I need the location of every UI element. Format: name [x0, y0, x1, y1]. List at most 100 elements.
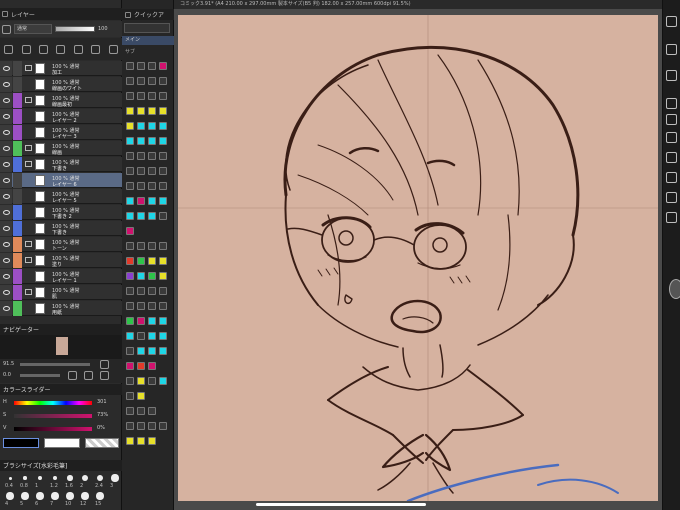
rotate-right-icon[interactable] [84, 371, 93, 380]
quick-access-tool-icon[interactable] [126, 137, 134, 145]
quick-access-tool-icon[interactable] [126, 347, 134, 355]
quick-access-tool-icon[interactable] [137, 167, 145, 175]
sub-color-swatch[interactable] [44, 438, 80, 448]
quick-access-tool-icon[interactable] [126, 77, 134, 85]
quick-access-tool-icon[interactable] [137, 377, 145, 385]
quick-access-tool-icon[interactable] [148, 152, 156, 160]
quick-access-tool-icon[interactable] [148, 272, 156, 280]
quick-access-tool-icon[interactable] [159, 107, 167, 115]
history-icon[interactable] [666, 212, 677, 223]
collapse-panel-icon[interactable] [669, 279, 680, 299]
quick-access-tool-icon[interactable] [148, 122, 156, 130]
quick-access-tool-icon[interactable] [159, 332, 167, 340]
new-raster-layer-icon[interactable] [4, 44, 14, 54]
visibility-eye-icon[interactable] [0, 61, 12, 76]
opacity-slider[interactable] [55, 26, 95, 32]
brush-size-dot[interactable] [96, 492, 104, 500]
quick-access-tool-icon[interactable] [159, 287, 167, 295]
visibility-eye-icon[interactable] [0, 141, 12, 156]
layer-row[interactable]: 100 % 通常 塗り [0, 253, 122, 268]
drawing-canvas[interactable] [178, 15, 658, 501]
zoom-in-icon[interactable] [100, 360, 109, 369]
quick-access-tool-icon[interactable] [159, 122, 167, 130]
quick-access-tool-icon[interactable] [137, 92, 145, 100]
quick-access-tool-icon[interactable] [137, 257, 145, 265]
transform-icon[interactable] [666, 152, 677, 163]
zoom-slider[interactable] [20, 363, 90, 366]
layer-row[interactable]: 100 % 通常 下書き 2 [0, 205, 122, 220]
quick-access-tool-icon[interactable] [137, 152, 145, 160]
brush-size-dot[interactable] [81, 492, 89, 500]
layer-mode-icon[interactable] [2, 24, 11, 34]
brush-size-dot[interactable] [8, 476, 12, 480]
quick-access-tool-icon[interactable] [148, 197, 156, 205]
brush-size-dot[interactable] [37, 475, 43, 481]
quick-access-tool-icon[interactable] [159, 152, 167, 160]
brush-size-dot[interactable] [52, 475, 58, 481]
quick-access-tool-icon[interactable] [137, 272, 145, 280]
new-file-icon[interactable] [666, 16, 677, 27]
main-tab[interactable]: メイン [122, 36, 174, 45]
quick-access-tool-icon[interactable] [159, 182, 167, 190]
visibility-eye-icon[interactable] [0, 173, 12, 188]
quick-access-tool-icon[interactable] [137, 182, 145, 190]
quick-access-tool-icon[interactable] [159, 302, 167, 310]
quick-access-tool-icon[interactable] [137, 107, 145, 115]
quick-access-tool-icon[interactable] [126, 317, 134, 325]
sub-tab[interactable]: サブ [122, 48, 174, 56]
quick-access-tool-icon[interactable] [137, 347, 145, 355]
quick-access-tool-icon[interactable] [126, 287, 134, 295]
open-file-icon[interactable] [666, 44, 677, 55]
quick-access-tool-icon[interactable] [159, 422, 167, 430]
new-folder-icon[interactable] [39, 44, 49, 54]
quick-access-tool-icon[interactable] [126, 302, 134, 310]
quick-access-tool-icon[interactable] [126, 212, 134, 220]
quick-access-tool-icon[interactable] [159, 137, 167, 145]
layer-row[interactable]: 100 % 通常 下書き [0, 157, 122, 172]
visibility-eye-icon[interactable] [0, 93, 12, 108]
quick-access-tool-icon[interactable] [126, 272, 134, 280]
saturation-slider[interactable] [14, 414, 92, 418]
palette-set-select[interactable] [124, 23, 170, 33]
quick-access-tool-icon[interactable] [148, 302, 156, 310]
brush-size-dot[interactable] [21, 492, 29, 500]
quick-access-tool-icon[interactable] [137, 317, 145, 325]
quick-access-tool-icon[interactable] [148, 422, 156, 430]
quick-access-tool-icon[interactable] [148, 242, 156, 250]
quick-access-tool-icon[interactable] [148, 182, 156, 190]
quick-access-tool-icon[interactable] [137, 77, 145, 85]
quick-access-tool-icon[interactable] [126, 362, 134, 370]
quick-access-tool-icon[interactable] [148, 407, 156, 415]
layer-row[interactable]: 100 % 通常 加工 [0, 61, 122, 76]
quick-access-tool-icon[interactable] [126, 332, 134, 340]
layer-row[interactable]: 100 % 通常 レイヤー 3 [0, 125, 122, 140]
quick-access-tool-icon[interactable] [126, 107, 134, 115]
quick-access-tool-icon[interactable] [126, 182, 134, 190]
quick-access-tool-icon[interactable] [148, 167, 156, 175]
quick-access-tool-icon[interactable] [137, 242, 145, 250]
flip-icon[interactable] [100, 371, 109, 380]
select-icon[interactable] [666, 172, 677, 183]
quick-access-tool-icon[interactable] [159, 92, 167, 100]
layer-row[interactable]: 100 % 通常 トーン [0, 237, 122, 252]
quick-access-tool-icon[interactable] [137, 302, 145, 310]
visibility-eye-icon[interactable] [0, 77, 12, 92]
quick-access-tool-icon[interactable] [148, 62, 156, 70]
pen-icon[interactable] [666, 98, 677, 109]
quick-access-tool-icon[interactable] [126, 152, 134, 160]
quick-access-tool-icon[interactable] [137, 197, 145, 205]
lock-icon[interactable] [73, 44, 83, 54]
brush-size-dot[interactable] [96, 474, 104, 482]
visibility-eye-icon[interactable] [0, 253, 12, 268]
layer-row[interactable]: 100 % 通常肌 [0, 285, 122, 300]
quick-access-tool-icon[interactable] [126, 92, 134, 100]
new-vector-layer-icon[interactable] [21, 44, 31, 54]
quick-access-tool-icon[interactable] [148, 92, 156, 100]
quick-access-tool-icon[interactable] [126, 377, 134, 385]
quick-access-tool-icon[interactable] [137, 122, 145, 130]
quick-access-tool-icon[interactable] [126, 62, 134, 70]
brush-size-dot[interactable] [82, 475, 88, 481]
visibility-eye-icon[interactable] [0, 301, 12, 316]
reference-layer-icon[interactable] [91, 44, 101, 54]
layer-row[interactable]: 100 % 通常 レイヤー 6 [0, 173, 122, 188]
